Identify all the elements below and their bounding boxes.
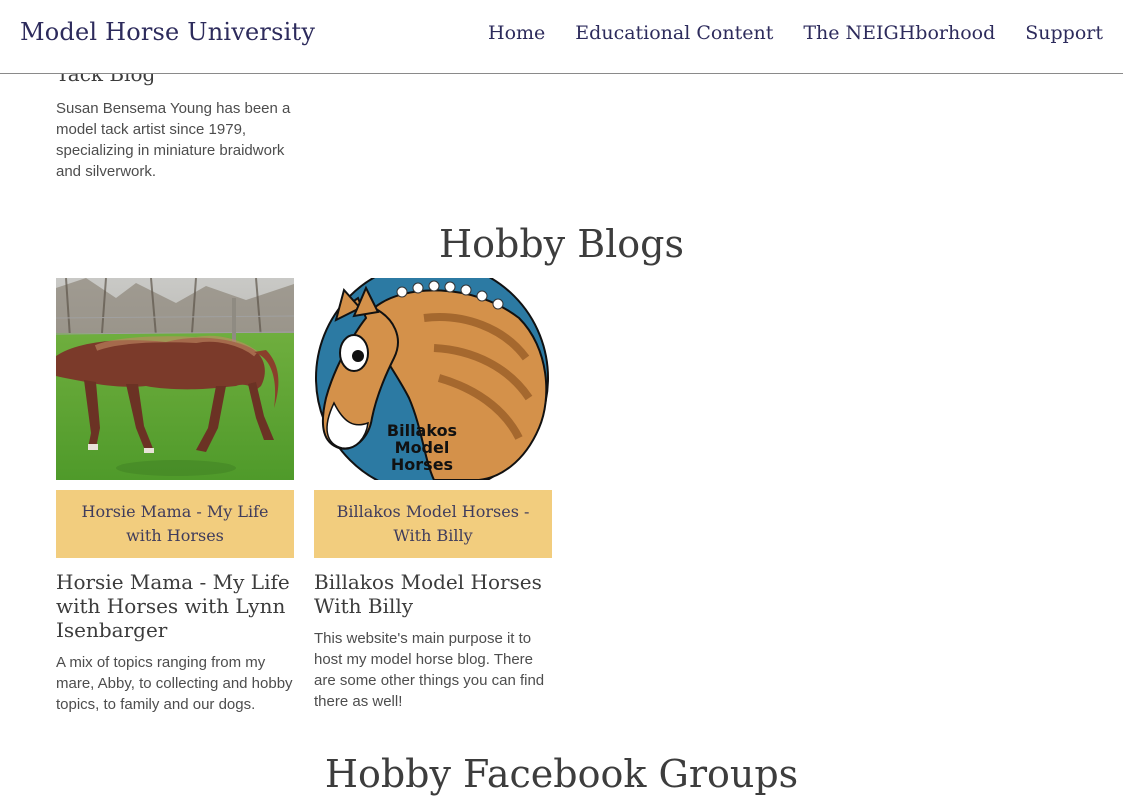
logo-text-line-3: Horses — [391, 455, 453, 474]
section-heading-hobby-blogs: Hobby Blogs — [439, 222, 684, 266]
blog-card: Horsie Mama - My Life with Horses Horsie… — [56, 278, 294, 715]
nav-support[interactable]: Support — [1025, 22, 1103, 44]
section-heading-hobby-facebook-groups: Hobby Facebook Groups — [324, 752, 799, 796]
nav-home[interactable]: Home — [488, 22, 545, 44]
blog-card-title: Billakos Model Horses With Billy — [314, 570, 542, 618]
nav-educational-content[interactable]: Educational Content — [575, 22, 773, 44]
blog-card: Billakos Model Horses Billakos Model Hor… — [314, 278, 552, 712]
blog-card-title: Horsie Mama - My Life with Horses with L… — [56, 570, 290, 642]
site-logo-link[interactable]: Model Horse University — [20, 18, 315, 46]
site-header: Model Horse University Home Educational … — [0, 0, 1123, 74]
main-nav: Home Educational Content The NEIGHborhoo… — [488, 22, 1103, 44]
nav-neighborhood[interactable]: The NEIGHborhood — [803, 22, 995, 44]
blog-link-button[interactable]: Horsie Mama - My Life with Horses — [56, 490, 294, 558]
blog-link-button[interactable]: Billakos Model Horses - With Billy — [314, 490, 552, 558]
horse-photo[interactable] — [56, 278, 294, 480]
blog-card-description: This website's main purpose it to host m… — [314, 630, 545, 710]
blog-card-description: A mix of topics ranging from my mare, Ab… — [56, 654, 293, 713]
previous-card-description: Susan Bensema Young has been a model tac… — [56, 100, 291, 180]
billakos-logo[interactable]: Billakos Model Horses — [314, 278, 552, 480]
